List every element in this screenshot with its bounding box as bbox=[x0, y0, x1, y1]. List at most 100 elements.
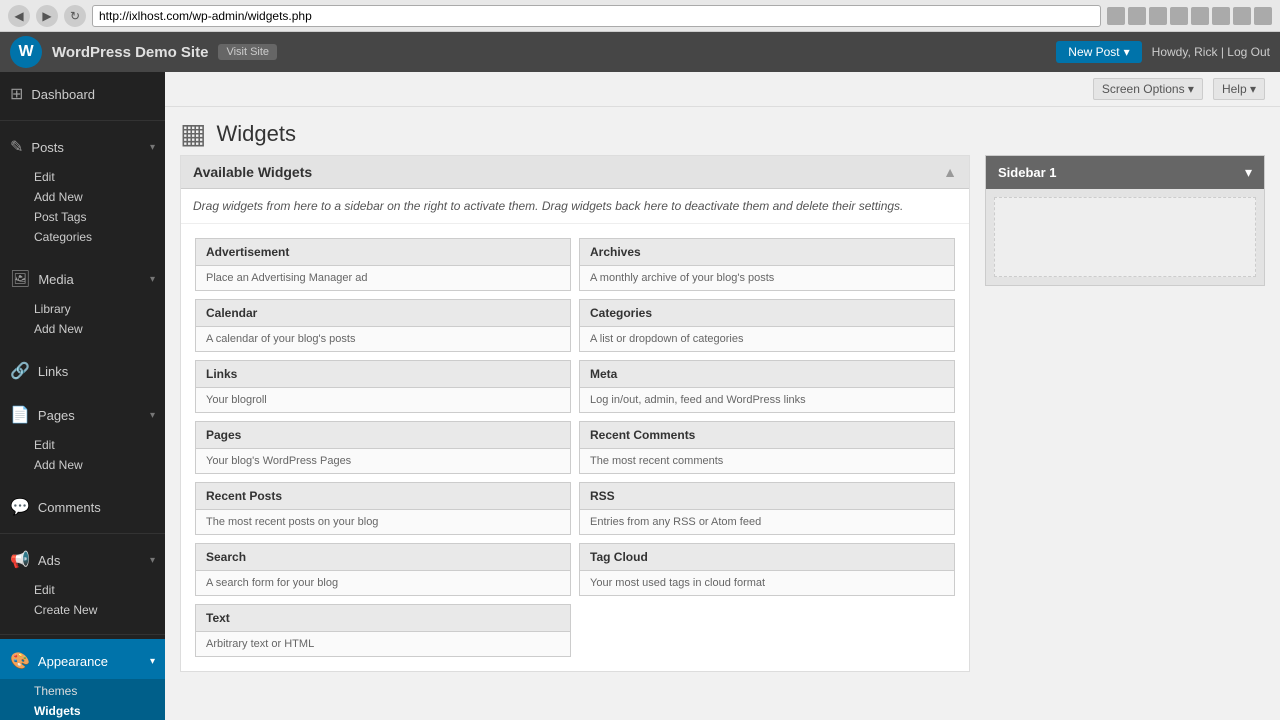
posts-post-tags-link[interactable]: Post Tags bbox=[28, 207, 165, 227]
browser-icon-3 bbox=[1149, 7, 1167, 25]
widget-item[interactable]: CategoriesA list or dropdown of categori… bbox=[579, 299, 955, 352]
pages-add-new-link[interactable]: Add New bbox=[28, 455, 165, 475]
sidebar-label-posts: Posts bbox=[31, 140, 64, 155]
widget-title: Advertisement bbox=[196, 239, 570, 266]
appearance-submenu: Themes Widgets Editor Add New Themes Cus… bbox=[0, 679, 165, 720]
widget-title: Search bbox=[196, 544, 570, 571]
media-add-new-link[interactable]: Add New bbox=[28, 319, 165, 339]
new-post-button[interactable]: New Post ▾ bbox=[1056, 41, 1141, 63]
page-header: ▦ Widgets bbox=[165, 107, 1280, 155]
screen-options-button[interactable]: Screen Options ▾ bbox=[1093, 78, 1203, 100]
main-content: Screen Options ▾ Help ▾ ▦ Widgets Availa… bbox=[165, 72, 1280, 720]
posts-add-new-link[interactable]: Add New bbox=[28, 187, 165, 207]
sidebar-panel: Sidebar 1 ▾ bbox=[985, 155, 1265, 672]
ads-create-new-link[interactable]: Create New bbox=[28, 600, 165, 620]
widget-desc: A list or dropdown of categories bbox=[580, 327, 954, 351]
widget-item[interactable]: Tag CloudYour most used tags in cloud fo… bbox=[579, 543, 955, 596]
available-widgets-panel: Available Widgets ▲ Drag widgets from he… bbox=[180, 155, 970, 672]
widget-item[interactable]: Recent PostsThe most recent posts on you… bbox=[195, 482, 571, 535]
widget-title: Archives bbox=[580, 239, 954, 266]
sidebar-section-dashboard: ⊞ Dashboard bbox=[0, 72, 165, 116]
pages-edit-link[interactable]: Edit bbox=[28, 435, 165, 455]
posts-edit-link[interactable]: Edit bbox=[28, 167, 165, 187]
widget-title: Recent Comments bbox=[580, 422, 954, 449]
media-submenu: Library Add New bbox=[0, 297, 165, 345]
widget-item[interactable]: TextArbitrary text or HTML bbox=[195, 604, 571, 657]
posts-categories-link[interactable]: Categories bbox=[28, 227, 165, 247]
sidebar-item-pages[interactable]: 📄 Pages ▾ bbox=[0, 397, 165, 433]
sidebar-panel-title: Sidebar 1 bbox=[998, 165, 1057, 180]
ads-submenu: Edit Create New bbox=[0, 578, 165, 626]
sidebar-item-ads[interactable]: 📢 Ads ▾ bbox=[0, 542, 165, 578]
available-widgets-header: Available Widgets ▲ bbox=[181, 156, 969, 189]
sidebar-item-posts[interactable]: ✎ Posts ▾ bbox=[0, 129, 165, 165]
widget-title: Text bbox=[196, 605, 570, 632]
visit-site-button[interactable]: Visit Site bbox=[218, 44, 277, 60]
sidebar-label-media: Media bbox=[38, 272, 73, 287]
browser-icon-4 bbox=[1170, 7, 1188, 25]
ads-edit-link[interactable]: Edit bbox=[28, 580, 165, 600]
dashboard-icon: ⊞ bbox=[10, 84, 23, 104]
sidebar-label-ads: Ads bbox=[38, 553, 60, 568]
media-library-link[interactable]: Library bbox=[28, 299, 165, 319]
ads-arrow-icon: ▾ bbox=[150, 555, 155, 566]
browser-icon-2 bbox=[1128, 7, 1146, 25]
browser-icon-8 bbox=[1254, 7, 1272, 25]
browser-icon-7 bbox=[1233, 7, 1251, 25]
wp-layout: ⊞ Dashboard ✎ Posts ▾ Edit Add New Post … bbox=[0, 72, 1280, 720]
appearance-icon: 🎨 bbox=[10, 651, 30, 671]
sidebar-item-media[interactable]: 🖼 Media ▾ bbox=[0, 261, 165, 297]
help-button[interactable]: Help ▾ bbox=[1213, 78, 1265, 100]
widget-item[interactable]: SearchA search form for your blog bbox=[195, 543, 571, 596]
widget-item[interactable]: LinksYour blogroll bbox=[195, 360, 571, 413]
logo-area: W WordPress Demo Site Visit Site bbox=[10, 36, 277, 68]
sidebar-label-appearance: Appearance bbox=[38, 654, 108, 669]
sidebar-panel-collapse[interactable]: ▾ bbox=[1245, 164, 1252, 181]
widget-item[interactable]: CalendarA calendar of your blog's posts bbox=[195, 299, 571, 352]
new-post-label: New Post bbox=[1068, 45, 1119, 59]
appearance-themes-link[interactable]: Themes bbox=[28, 681, 165, 701]
media-arrow-icon: ▾ bbox=[150, 274, 155, 285]
widget-desc: Place an Advertising Manager ad bbox=[196, 266, 570, 290]
appearance-widgets-link[interactable]: Widgets bbox=[28, 701, 165, 720]
pages-icon: 📄 bbox=[10, 405, 30, 425]
widget-desc: Arbitrary text or HTML bbox=[196, 632, 570, 656]
sidebar-item-dashboard[interactable]: ⊞ Dashboard bbox=[0, 76, 165, 112]
links-icon: 🔗 bbox=[10, 361, 30, 381]
widget-item[interactable]: AdvertisementPlace an Advertising Manage… bbox=[195, 238, 571, 291]
logout-link[interactable]: Log Out bbox=[1227, 45, 1270, 59]
sidebar-widget-drop-zone[interactable] bbox=[994, 197, 1256, 277]
wp-logo[interactable]: W bbox=[10, 36, 42, 68]
sidebar-item-comments[interactable]: 💬 Comments bbox=[0, 489, 165, 525]
widget-desc: Your blog's WordPress Pages bbox=[196, 449, 570, 473]
widget-desc: The most recent comments bbox=[580, 449, 954, 473]
widget-item[interactable]: ArchivesA monthly archive of your blog's… bbox=[579, 238, 955, 291]
url-bar[interactable] bbox=[92, 5, 1101, 27]
forward-button[interactable]: ▶ bbox=[36, 5, 58, 27]
available-widgets-collapse[interactable]: ▲ bbox=[943, 164, 957, 180]
browser-icon-5 bbox=[1191, 7, 1209, 25]
widget-title: Tag Cloud bbox=[580, 544, 954, 571]
refresh-button[interactable]: ↻ bbox=[64, 5, 86, 27]
widget-item[interactable]: PagesYour blog's WordPress Pages bbox=[195, 421, 571, 474]
sidebar-item-appearance[interactable]: 🎨 Appearance ▾ bbox=[0, 643, 165, 679]
media-icon: 🖼 bbox=[10, 269, 30, 289]
sidebar-widget-area: Sidebar 1 ▾ bbox=[985, 155, 1265, 286]
widget-item[interactable]: MetaLog in/out, admin, feed and WordPres… bbox=[579, 360, 955, 413]
sidebar-section-pages: 📄 Pages ▾ Edit Add New bbox=[0, 393, 165, 485]
widget-title: RSS bbox=[580, 483, 954, 510]
widget-desc: Your blogroll bbox=[196, 388, 570, 412]
widgets-page-icon: ▦ bbox=[180, 117, 206, 150]
main-topbar: Screen Options ▾ Help ▾ bbox=[165, 72, 1280, 107]
sidebar-section-ads: 📢 Ads ▾ Edit Create New bbox=[0, 538, 165, 630]
sidebar-section-comments: 💬 Comments bbox=[0, 485, 165, 529]
admin-bar-right: New Post ▾ Howdy, Rick | Log Out bbox=[1056, 41, 1270, 63]
sidebar-item-links[interactable]: 🔗 Links bbox=[0, 353, 165, 389]
back-button[interactable]: ◀ bbox=[8, 5, 30, 27]
site-name: WordPress Demo Site bbox=[52, 44, 208, 61]
howdy-text: Howdy, Rick | Log Out bbox=[1152, 45, 1270, 59]
widget-item[interactable]: Recent CommentsThe most recent comments bbox=[579, 421, 955, 474]
widget-item[interactable]: RSSEntries from any RSS or Atom feed bbox=[579, 482, 955, 535]
widget-desc: The most recent posts on your blog bbox=[196, 510, 570, 534]
user-link[interactable]: Rick bbox=[1194, 45, 1217, 59]
